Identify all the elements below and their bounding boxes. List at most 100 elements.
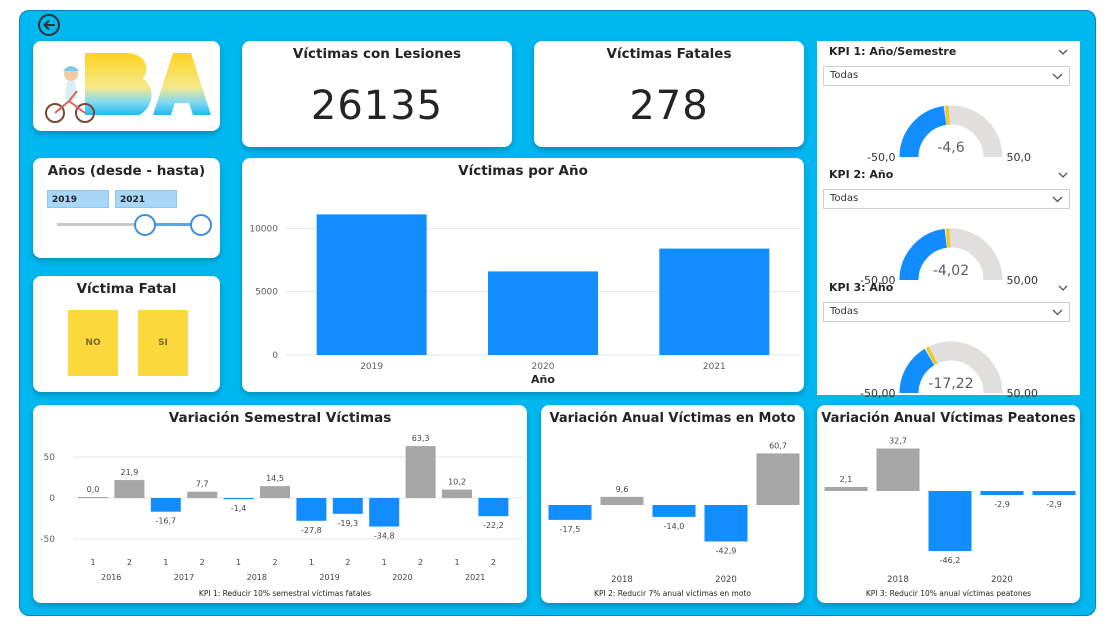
chart-variacion-peatones: Variación Anual Víctimas Peatones 2,1 32,7… [817, 405, 1080, 603]
x-tick-label: 2 [345, 558, 350, 567]
data-label: 60,7 [769, 441, 787, 450]
data-label: -2,9 [1046, 500, 1062, 509]
data-label: 63,3 [412, 434, 430, 443]
kpi-dropdown[interactable]: Todas [823, 66, 1070, 86]
kpi-dropdown[interactable]: Todas [823, 189, 1070, 209]
bar [369, 498, 400, 527]
bar [876, 448, 920, 491]
bar [316, 214, 427, 355]
x-axis-title: Año [531, 373, 555, 386]
bar [659, 248, 770, 355]
x-group-label: 2016 [101, 573, 121, 582]
y-tick-label: 10000 [249, 224, 278, 234]
x-tick-label: 2018 [887, 575, 909, 585]
card-title: Víctimas con Lesiones [292, 46, 462, 62]
bar [756, 453, 800, 505]
x-tick-label: 2 [418, 558, 423, 567]
bar [488, 271, 598, 355]
bar [114, 480, 145, 498]
bar-chart: Variación Anual Víctimas en Moto -17,5 9,6… [548, 411, 800, 598]
y-tick-label: 5000 [255, 288, 278, 298]
x-tick-label: 2020 [715, 575, 737, 585]
data-label: 10,2 [448, 478, 466, 487]
bar [1032, 491, 1076, 495]
data-label: -34,8 [374, 532, 395, 541]
slicer-title: Víctima Fatal [76, 281, 177, 297]
x-tick-label: 1 [163, 558, 168, 567]
data-label: 32,7 [889, 436, 907, 445]
slicer-title: Años (desde - hasta) [47, 163, 206, 179]
card-title: Víctimas Fatales [606, 46, 732, 62]
fatal-option-si[interactable]: SI [138, 310, 188, 376]
bar [600, 496, 644, 505]
x-tick-label: 1 [309, 558, 314, 567]
chevron-down-icon [1052, 73, 1063, 80]
data-label: 2,1 [840, 475, 853, 484]
x-tick-label: 1 [382, 558, 387, 567]
bar [296, 498, 327, 521]
x-tick-label: 2 [200, 558, 205, 567]
x-tick-label: 1 [90, 558, 95, 567]
y-tick-label: 50 [44, 453, 56, 463]
data-label: 9,6 [616, 485, 629, 494]
logo-card: BA [33, 41, 220, 131]
x-tick-label: 1 [236, 558, 241, 567]
fatal-option-no[interactable]: NO [68, 310, 118, 376]
kpi-gauge: -4,6 -50,0 50,0 [867, 105, 1032, 164]
y-tick-label: 0 [272, 351, 278, 361]
kpi-gauge: -17,22 -50,00 50,00 [860, 341, 1038, 400]
data-label: 7,7 [196, 480, 209, 489]
bar [260, 486, 290, 498]
bar [150, 498, 181, 512]
bar [405, 446, 436, 498]
data-label: -16,7 [155, 517, 176, 526]
kpi-title: KPI 3: Año [829, 281, 894, 294]
kpi-title: KPI 2: Año [829, 168, 894, 181]
chevron-down-icon[interactable] [1058, 48, 1068, 56]
gauge-max-label: 50,0 [1007, 151, 1032, 164]
data-label: -27,8 [301, 526, 322, 535]
fatal-slicer: Víctima Fatal NO SI [33, 276, 220, 392]
gauge-value-label: -17,22 [928, 376, 973, 392]
bar [980, 491, 1024, 495]
slider-handle-from[interactable] [134, 214, 156, 236]
chart-title: Variación Semestral Víctimas [169, 410, 392, 426]
x-group-label: 2019 [319, 573, 339, 582]
chart-title: Víctimas por Año [458, 163, 588, 179]
data-label: -17,5 [560, 525, 581, 534]
chevron-down-icon[interactable] [1058, 284, 1068, 292]
bar-chart: Variación Anual Víctimas Peatones 2,1 32,7… [821, 411, 1076, 598]
x-tick-label: 2020 [991, 575, 1013, 585]
chart-title: Variación Anual Víctimas en Moto [549, 411, 795, 426]
x-tick-label: 2018 [611, 575, 633, 585]
chart-footnote: KPI 3: Reducir 10% anual víctimas peaton… [866, 589, 1031, 598]
kpi-dropdown[interactable]: Todas [823, 302, 1070, 322]
back-arrow-icon[interactable] [37, 13, 61, 37]
x-group-label: 2018 [247, 573, 267, 582]
gauge-min-label: -50,00 [860, 387, 895, 400]
dropdown-value: Todas [830, 70, 859, 81]
chevron-down-icon [1052, 196, 1063, 203]
years-slicer: Años (desde - hasta) 2019 2021 [33, 158, 220, 258]
bar [442, 489, 472, 498]
card-value: 278 [629, 83, 709, 129]
gauge-value-label: -4,6 [937, 140, 964, 156]
gauge-value-label: -4,02 [933, 263, 969, 279]
gauge-min-label: -50,0 [867, 151, 895, 164]
chevron-down-icon[interactable] [1058, 171, 1068, 179]
slider-handle-to[interactable] [190, 214, 212, 236]
bar [652, 505, 696, 517]
bar [187, 491, 218, 498]
data-label: -14,0 [664, 522, 685, 531]
gauge-target-marker [946, 228, 951, 248]
card-victimas-lesiones: Víctimas con Lesiones 26135 [242, 41, 512, 147]
x-group-label: 2017 [174, 573, 194, 582]
gauge-fill [899, 348, 935, 394]
year-to-input[interactable]: 2021 [115, 190, 177, 208]
year-from-input[interactable]: 2019 [47, 190, 109, 208]
chart-footnote: KPI 2: Reducir 7% anual víctimas en moto [594, 589, 751, 598]
bar [332, 498, 363, 514]
chart-variacion-semestral: Variación Semestral Víctimas -50 0 50 0,0 1 21… [33, 405, 527, 603]
x-tick-label: 2 [127, 558, 132, 567]
kpi-gauge: -4,02-50,00 50,00 [860, 228, 1038, 287]
